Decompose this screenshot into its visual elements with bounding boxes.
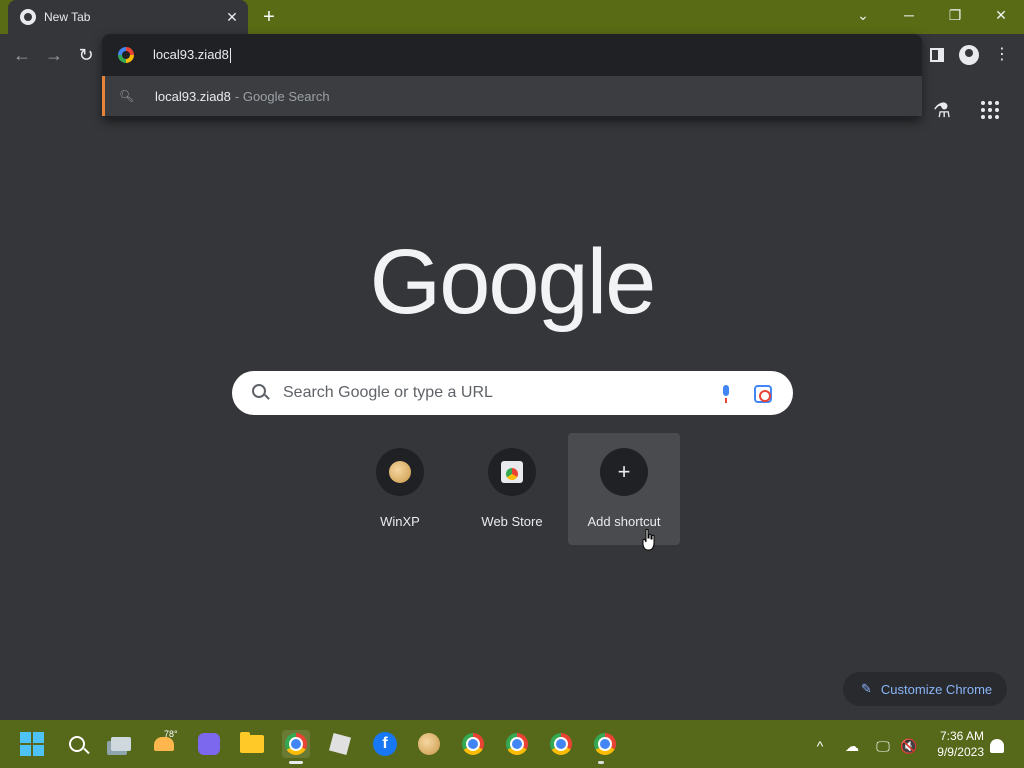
doge-app-button[interactable] [415,730,443,758]
chrome-profile-3-button[interactable] [503,730,531,758]
google-lens-icon[interactable] [754,385,772,403]
apps-grid-icon[interactable] [976,96,1004,124]
omnibox[interactable]: local93.ziad8 🔍︎ local93.ziad8 - Google … [102,34,922,118]
chrome-profile-2-button[interactable] [459,730,487,758]
folder-icon [240,732,264,753]
chrome-taskbar-active[interactable] [282,730,310,758]
doge-icon [418,733,440,755]
roblox-icon [328,732,352,756]
side-panel-icon [930,48,944,62]
volume-icon[interactable]: 🔇 [899,736,919,756]
file-explorer-button[interactable] [238,730,266,758]
tab-title: New Tab [44,10,91,24]
task-view-icon [111,737,131,751]
close-window-button[interactable]: ✕ [978,0,1024,30]
suggestion-text: local93.ziad8 [155,88,231,104]
chrome-icon [550,733,572,755]
search-icon: 🔍︎ [119,89,135,103]
search-icon [252,384,266,398]
tab-search-button[interactable]: ⌄ [840,0,886,30]
side-panel-button[interactable] [924,42,950,68]
shortcut-label: WinXP [380,514,420,529]
webstore-icon [501,461,523,483]
forward-button[interactable]: → [41,42,67,68]
pencil-icon: ✎ [861,681,872,696]
customize-label: Customize Chrome [880,681,993,697]
chrome-profile-5-button[interactable] [591,730,619,758]
shortcut-web-store[interactable]: Web Store [456,433,568,545]
start-button[interactable] [18,730,46,758]
shortcut-icon-circle [488,448,536,496]
profile-icon [959,45,979,65]
shortcut-winxp[interactable]: WinXP [344,433,456,545]
ntp-search-input[interactable] [283,383,703,403]
shortcut-label: Web Store [481,514,543,529]
chrome-icon [285,733,307,755]
profile-button[interactable] [956,42,982,68]
roblox-button[interactable] [326,730,354,758]
chrome-icon [462,733,484,755]
running-app-indicator [598,761,604,764]
notifications-button[interactable] [987,736,1007,756]
task-view-button[interactable] [107,730,135,758]
chrome-icon [506,733,528,755]
video-call-icon [198,733,220,755]
address-bar[interactable]: local93.ziad8 [102,34,922,76]
suggestion-item[interactable]: 🔍︎ local93.ziad8 - Google Search [102,76,922,116]
google-icon [118,47,134,63]
tray-overflow-icon[interactable]: ^ [810,736,830,756]
chrome-favicon-icon [20,9,36,25]
clock-time: 7:36 AM [939,729,984,743]
chrome-profile-4-button[interactable] [547,730,575,758]
text-caret [229,48,231,64]
search-icon [69,736,85,752]
ntp-search-box[interactable] [232,371,793,415]
labs-icon[interactable]: ⚗ [928,96,956,124]
taskbar: f [0,720,1024,768]
restore-button[interactable]: ❐ [932,0,978,30]
menu-button[interactable]: ⋮ [989,42,1015,68]
reload-button[interactable]: ↻ [73,42,99,68]
search-taskbar-button[interactable] [63,730,91,758]
new-tab-button[interactable]: + [258,6,280,28]
facebook-button[interactable]: f [371,730,399,758]
facebook-icon: f [373,732,397,756]
shortcut-label: Add shortcut [587,514,661,529]
minimize-button[interactable]: ─ [886,0,932,30]
active-app-indicator [289,761,303,764]
hand-cursor-icon [642,529,655,551]
google-logo: Google [369,231,657,333]
bell-icon [990,739,1004,753]
back-button[interactable]: ← [9,42,35,68]
address-input[interactable]: local93.ziad8 [153,47,231,64]
customize-chrome-button[interactable]: ✎ Customize Chrome [843,672,1007,706]
clock[interactable]: 7:36 AM 9/9/2023 [928,728,984,760]
shortcut-add[interactable]: + Add shortcut [568,433,680,545]
tab-new-tab[interactable]: New Tab ✕ [8,0,248,34]
tab-close-icon[interactable]: ✕ [222,7,242,27]
network-icon[interactable]: 🖵 [873,736,893,756]
weather-icon [154,737,174,751]
shortcut-icon-circle [376,448,424,496]
address-value: local93.ziad8 [153,47,229,62]
suggestion-suffix: - Google Search [234,88,330,104]
onedrive-icon[interactable]: ☁ [842,736,862,756]
clock-date: 9/9/2023 [937,745,984,759]
microphone-icon[interactable] [720,385,732,403]
chrome-icon [594,733,616,755]
doge-icon [389,461,411,483]
weather-temp: 78° [164,729,178,739]
windows-icon [20,732,44,756]
title-bar: New Tab ✕ + ⌄ ─ ❐ ✕ [0,0,1024,34]
plus-icon: + [600,448,648,496]
meet-button[interactable] [195,730,223,758]
